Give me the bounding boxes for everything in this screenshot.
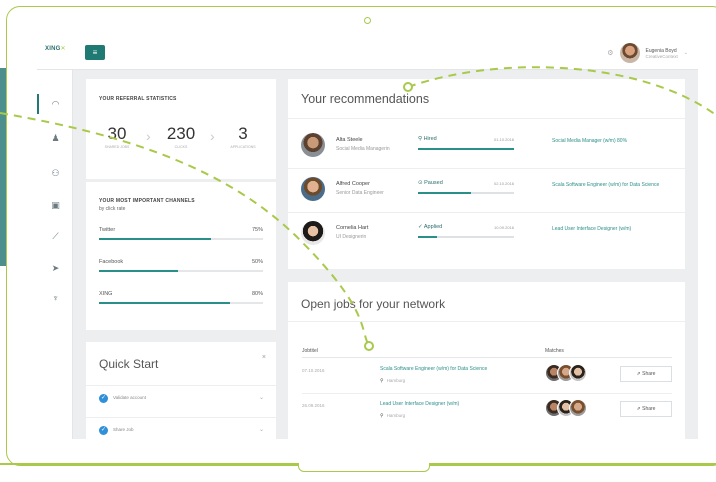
stat-shared-jobs: 30 SHARED JOBS (104, 124, 130, 150)
open-jobs-card: Open jobs for your network Jobtitel Matc… (288, 282, 685, 439)
avatar[interactable] (569, 364, 587, 382)
divider (288, 321, 685, 322)
user-info: Eugenia Boyd CreativeContext (646, 48, 678, 59)
job-location: ⚲ Hamburg (380, 378, 406, 384)
match-avatars[interactable] (545, 399, 589, 419)
hamburger-icon: ≡ (92, 48, 98, 57)
avatar[interactable] (301, 133, 325, 157)
marketing-illustration: XING✕ ≡ ⚙ Eugenia Boyd CreativeContext ⌄… (0, 0, 716, 482)
channel-bar-fill (99, 302, 231, 304)
divider (288, 118, 685, 119)
paused-icon: ⊙ (418, 180, 423, 186)
stat-clicks: 230 CLICKS (166, 124, 196, 150)
quick-start-card: Quick Start × ✓ Validate account ⌄ ✓ Sha… (86, 342, 276, 439)
location-pin-icon: ⚲ (380, 413, 384, 419)
settings-icon[interactable]: ⚙ (607, 49, 613, 57)
status-label: ⊙ Paused (418, 180, 443, 186)
chevron-down-icon[interactable]: ⌄ (684, 50, 688, 56)
status-progress (418, 236, 514, 238)
channel-bar-fill (99, 238, 211, 240)
location-pin-icon: ⚲ (380, 378, 384, 384)
briefcase-icon[interactable]: ▣ (50, 200, 61, 211)
avatar[interactable] (301, 177, 325, 201)
avatar[interactable] (569, 399, 587, 417)
recommendations-card: Your recommendations Alta Steele Social … (288, 79, 685, 269)
user-company: CreativeContext (645, 53, 678, 59)
job-location: ⚲ Hamburg (380, 413, 406, 419)
sidebar-active-indicator (37, 94, 39, 114)
share-button[interactable]: ⇗ Share (620, 366, 672, 382)
channel-bar (99, 302, 263, 304)
user-menu[interactable]: ⚙ Eugenia Boyd CreativeContext ⌄ (607, 41, 688, 65)
channel-bar (99, 238, 263, 240)
chart-icon[interactable]: ⟋ (50, 231, 61, 242)
person-icon[interactable]: ♟ (50, 133, 61, 144)
job-link[interactable]: Lead User Interface Designer (w/m) (380, 401, 459, 407)
hired-icon: ⚲ (418, 136, 423, 142)
table-row[interactable]: 26.09.2016 Lead User Interface Designer … (302, 393, 672, 427)
app-screen: XING✕ ≡ ⚙ Eugenia Boyd CreativeContext ⌄… (37, 35, 698, 439)
channels-title: YOUR MOST IMPORTANT CHANNELS (99, 198, 195, 204)
check-icon: ✓ (418, 224, 423, 230)
quick-start-item[interactable]: ✓ Share Job ⌄ (86, 417, 276, 439)
check-icon: ✓ (99, 426, 108, 435)
avatar[interactable] (301, 221, 325, 245)
dashboard-icon[interactable]: ◠ (50, 99, 61, 110)
recommendation-row[interactable]: Cornelia Hart UI Designerin ✓ Applied 10… (288, 212, 685, 252)
check-icon: ✓ (99, 394, 108, 403)
recommendation-row[interactable]: Alta Steele Social Media Managerin ⚲ Hir… (288, 125, 685, 165)
share-icon: ⇗ (636, 371, 641, 377)
laptop-notch (298, 463, 430, 472)
chevron-right-icon: › (210, 128, 215, 144)
sidebar: ◠ ♟ ⚇ ▣ ⟋ ➤ ♆ (37, 70, 73, 439)
xing-logo[interactable]: XING✕ (45, 45, 66, 52)
share-icon: ⇗ (636, 406, 641, 412)
referral-stats-card: YOUR REFERRAL STATISTICS 30 SHARED JOBS … (86, 79, 276, 179)
job-link[interactable]: Social Media Manager (w/m) 80% (552, 137, 672, 145)
menu-button[interactable]: ≡ (85, 45, 105, 60)
share-button[interactable]: ⇗ Share (620, 401, 672, 417)
job-link[interactable]: Scala Software Engineer (w/m) for Data S… (380, 366, 487, 372)
top-bar: XING✕ ≡ ⚙ Eugenia Boyd CreativeContext ⌄ (37, 35, 698, 70)
column-header-jobtitel[interactable]: Jobtitel (302, 348, 318, 354)
open-jobs-title: Open jobs for your network (301, 297, 446, 311)
channel-bar (99, 270, 263, 272)
divider (302, 357, 672, 358)
chevron-down-icon[interactable]: ⌄ (259, 426, 264, 433)
chevron-down-icon[interactable]: ⌄ (259, 394, 264, 401)
status-progress (418, 192, 514, 194)
job-link[interactable]: Lead User Interface Designer (w/m) (552, 225, 672, 233)
quick-start-item[interactable]: ✓ Validate account ⌄ (86, 385, 276, 411)
channels-card: YOUR MOST IMPORTANT CHANNELS by click ra… (86, 182, 276, 330)
status-progress-fill (418, 192, 471, 194)
send-icon[interactable]: ➤ (50, 263, 61, 274)
camera-dot (364, 17, 371, 24)
recommendations-title: Your recommendations (301, 92, 430, 106)
recommendation-row[interactable]: Alfred Cooper Senior Data Engineer ⊙ Pau… (288, 168, 685, 208)
referral-stats-title: YOUR REFERRAL STATISTICS (99, 96, 177, 102)
quick-start-title: Quick Start (99, 357, 159, 371)
people-icon[interactable]: ⚇ (50, 168, 61, 179)
trophy-icon[interactable]: ♆ (50, 293, 61, 304)
channel-bar-fill (99, 270, 178, 272)
job-link[interactable]: Scala Software Engineer (w/m) for Data S… (552, 181, 672, 189)
status-progress-fill (418, 236, 438, 238)
user-avatar[interactable] (619, 43, 640, 63)
status-label: ✓ Applied (418, 224, 443, 230)
column-header-matches[interactable]: Matches (545, 348, 564, 354)
match-avatars[interactable] (545, 364, 589, 384)
stat-applications: 3 APPLICATIONS (230, 124, 256, 150)
table-row[interactable]: 07.10.2016 Scala Software Engineer (w/m)… (302, 359, 672, 393)
status-progress (418, 148, 514, 150)
close-icon[interactable]: × (262, 354, 266, 361)
status-label: ⚲ Hired (418, 136, 437, 142)
channels-subtitle: by click rate (99, 206, 126, 212)
chevron-right-icon: › (146, 128, 151, 144)
status-progress-fill (418, 148, 514, 150)
